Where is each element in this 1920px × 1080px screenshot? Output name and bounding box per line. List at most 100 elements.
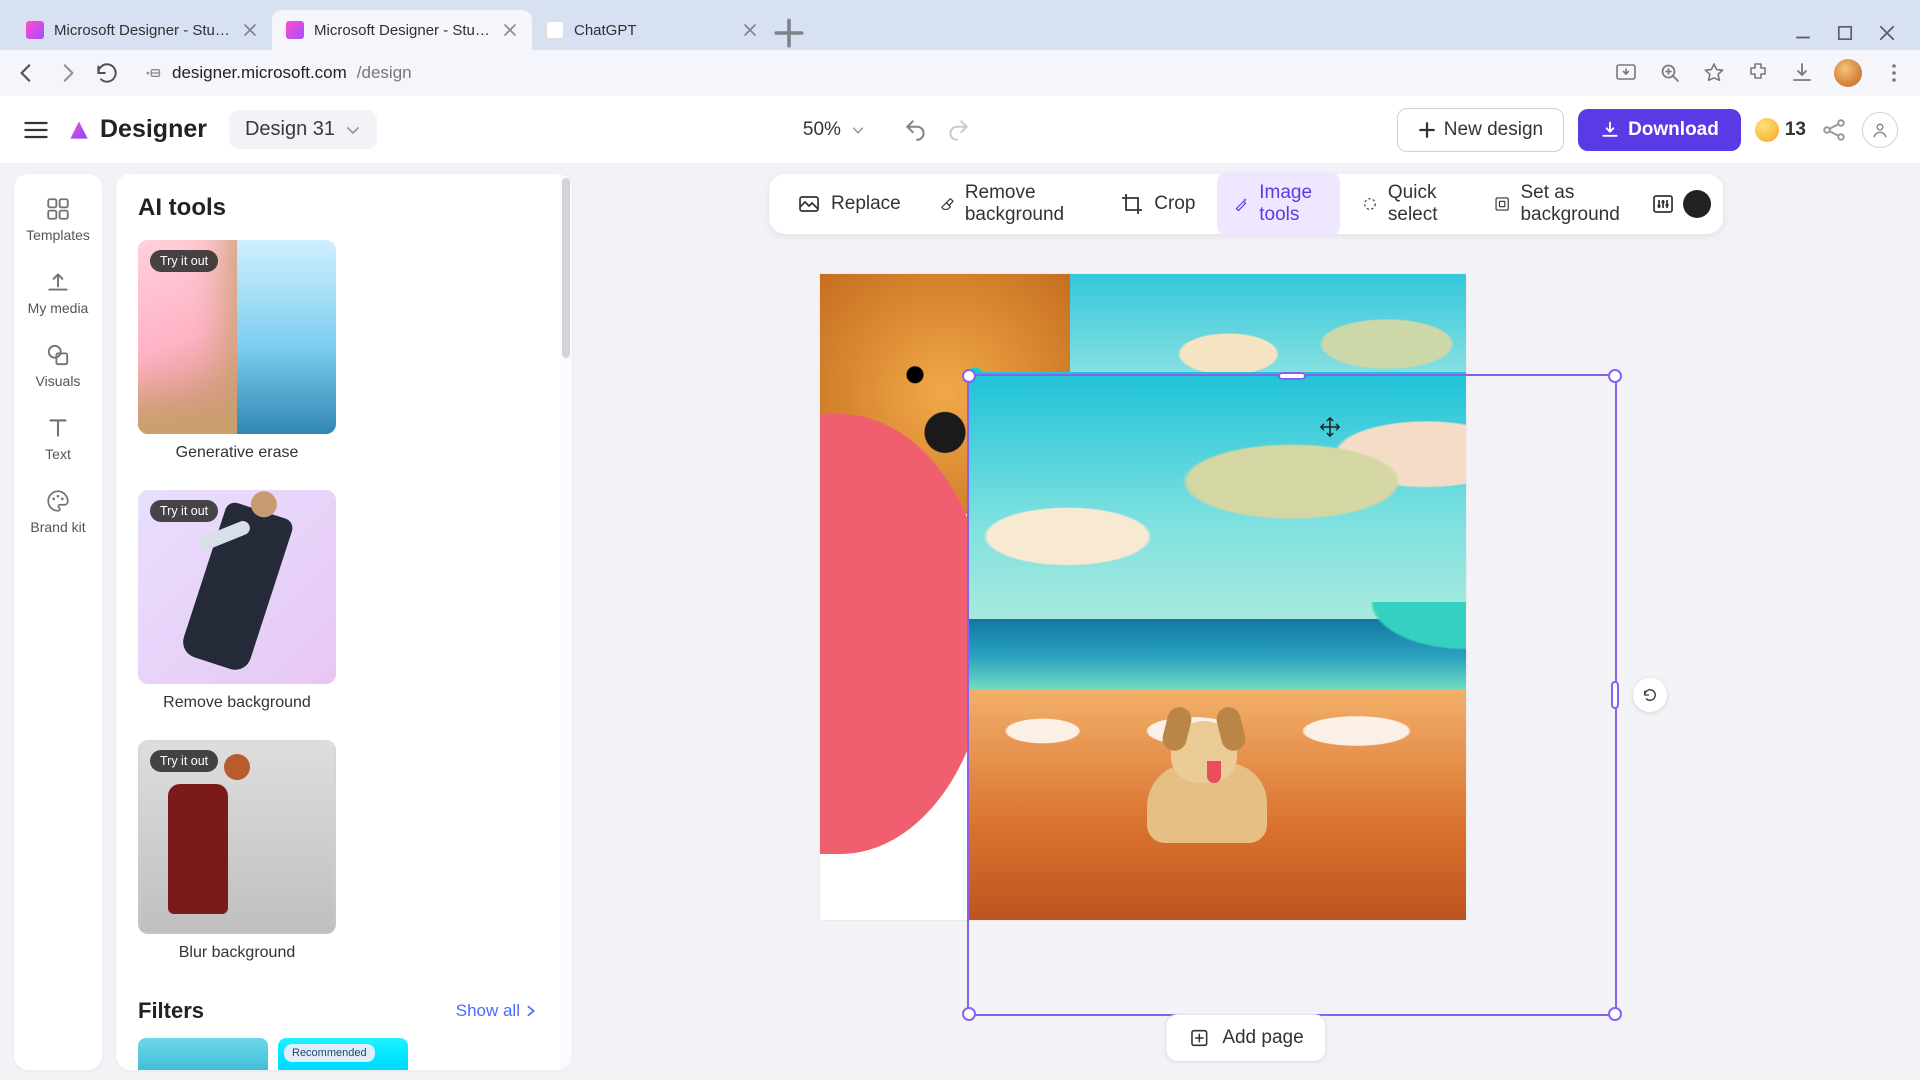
favicon-icon [286, 21, 304, 39]
share-icon[interactable] [1820, 116, 1848, 144]
design-name-select[interactable]: Design 31 [229, 110, 377, 149]
tool-label: Generative erase [138, 434, 336, 476]
app-body: Templates My media Visuals Text Brand ki… [0, 164, 1920, 1080]
downloads-icon[interactable] [1790, 61, 1814, 85]
layer-sky-top[interactable] [1070, 274, 1466, 374]
browser-tab[interactable]: ChatGPT [532, 10, 772, 50]
quick-select-button[interactable]: Quick select [1346, 172, 1472, 236]
try-badge: Try it out [150, 750, 218, 772]
url-path: /design [357, 63, 412, 83]
ai-tools-heading: AI tools [138, 194, 538, 222]
filter-thumb [138, 1038, 268, 1070]
palette-icon [45, 488, 71, 514]
chevron-down-icon [851, 123, 865, 137]
panel-scrollbar[interactable] [560, 174, 572, 1070]
resize-handle-e[interactable] [1611, 681, 1619, 709]
new-tab-button[interactable] [772, 16, 806, 50]
tool-generative-erase[interactable]: Try it out Generative erase [138, 240, 336, 476]
scrollbar-thumb[interactable] [562, 178, 570, 358]
zoom-select[interactable]: 50% [803, 119, 865, 141]
selection-frame[interactable] [967, 374, 1617, 1016]
canvas-area[interactable]: Replace Remove background Crop Image too… [572, 164, 1920, 1080]
rail-text[interactable]: Text [14, 405, 102, 472]
try-badge: Try it out [150, 500, 218, 522]
browser-actions [1614, 59, 1906, 87]
set-background-button[interactable]: Set as background [1478, 172, 1643, 236]
rail-label: My media [28, 300, 89, 316]
address-field[interactable]: designer.microsoft.com/design [134, 55, 420, 91]
forward-icon[interactable] [54, 60, 80, 86]
rail-my-media[interactable]: My media [14, 259, 102, 326]
reload-icon[interactable] [94, 60, 120, 86]
zoom-icon[interactable] [1658, 61, 1682, 85]
menu-icon[interactable] [22, 116, 50, 144]
app-header: Designer Design 31 50% New design Downlo… [0, 96, 1920, 164]
ctx-label: Crop [1154, 193, 1195, 215]
tab-title: ChatGPT [574, 22, 732, 39]
account-icon[interactable] [1862, 112, 1898, 148]
color-button[interactable] [1683, 184, 1711, 224]
add-page-icon [1188, 1027, 1210, 1049]
show-all-link[interactable]: Show all [456, 1001, 538, 1021]
tool-blur-background[interactable]: Try it out Blur background [138, 740, 336, 976]
resize-handle-se[interactable] [1608, 1007, 1622, 1021]
rail-label: Templates [26, 227, 90, 243]
crop-icon [1120, 192, 1144, 216]
tool-label: Remove background [138, 684, 336, 726]
window-close-icon[interactable] [1878, 24, 1896, 42]
side-panel: AI tools Try it out Generative erase Try… [116, 174, 572, 1070]
close-icon[interactable] [502, 22, 518, 38]
url-host: designer.microsoft.com [172, 63, 347, 83]
ctx-label: Image tools [1259, 182, 1324, 226]
maximize-icon[interactable] [1836, 24, 1854, 42]
close-icon[interactable] [242, 22, 258, 38]
panel-scroll[interactable]: AI tools Try it out Generative erase Try… [116, 174, 560, 1070]
download-button[interactable]: Download [1578, 109, 1741, 151]
close-icon[interactable] [742, 22, 758, 38]
tool-remove-background[interactable]: Try it out Remove background [138, 490, 336, 726]
adjustments-button[interactable] [1650, 184, 1677, 224]
filters-heading: Filters [138, 998, 204, 1024]
resize-handle-ne[interactable] [1608, 369, 1622, 383]
bookmark-icon[interactable] [1702, 61, 1726, 85]
download-icon [1600, 120, 1620, 140]
rail-templates[interactable]: Templates [14, 186, 102, 253]
color-swatch-icon [1683, 190, 1711, 218]
new-design-label: New design [1444, 119, 1543, 141]
rotate-handle[interactable] [1633, 678, 1667, 712]
minimize-icon[interactable] [1794, 24, 1812, 42]
rail-label: Text [45, 446, 71, 462]
kebab-icon[interactable] [1882, 61, 1906, 85]
image-tools-button[interactable]: Image tools [1217, 172, 1340, 236]
rail-brand-kit[interactable]: Brand kit [14, 478, 102, 545]
replace-button[interactable]: Replace [781, 182, 917, 226]
favicon-icon [26, 21, 44, 39]
install-app-icon[interactable] [1614, 61, 1638, 85]
brand[interactable]: Designer [66, 115, 207, 144]
undo-icon[interactable] [903, 117, 929, 143]
extensions-icon[interactable] [1746, 61, 1770, 85]
window-controls [1794, 24, 1908, 50]
rail-visuals[interactable]: Visuals [14, 332, 102, 399]
resize-handle-nw[interactable] [962, 369, 976, 383]
credits-counter[interactable]: 13 [1755, 118, 1806, 142]
browser-tab[interactable]: Microsoft Designer - Stunning [272, 10, 532, 50]
browser-tab[interactable]: Microsoft Designer - Stunning [12, 10, 272, 50]
new-design-button[interactable]: New design [1397, 108, 1564, 152]
back-icon[interactable] [14, 60, 40, 86]
filter-punch[interactable]: Recommended Punch [278, 1038, 408, 1070]
add-page-button[interactable]: Add page [1165, 1014, 1326, 1062]
resize-handle-sw[interactable] [962, 1007, 976, 1021]
profile-avatar-icon[interactable] [1834, 59, 1862, 87]
ctx-label: Remove background [965, 182, 1082, 226]
filter-normal[interactable]: Normal [138, 1038, 268, 1070]
tab-title: Microsoft Designer - Stunning [54, 22, 232, 39]
magic-wand-icon [1233, 192, 1249, 216]
resize-handle-n[interactable] [1278, 372, 1306, 380]
site-info-icon[interactable] [142, 63, 162, 83]
remove-background-button[interactable]: Remove background [923, 172, 1098, 236]
crop-button[interactable]: Crop [1104, 182, 1211, 226]
redo-icon[interactable] [945, 117, 971, 143]
shapes-icon [45, 342, 71, 368]
add-page-label: Add page [1222, 1027, 1303, 1049]
